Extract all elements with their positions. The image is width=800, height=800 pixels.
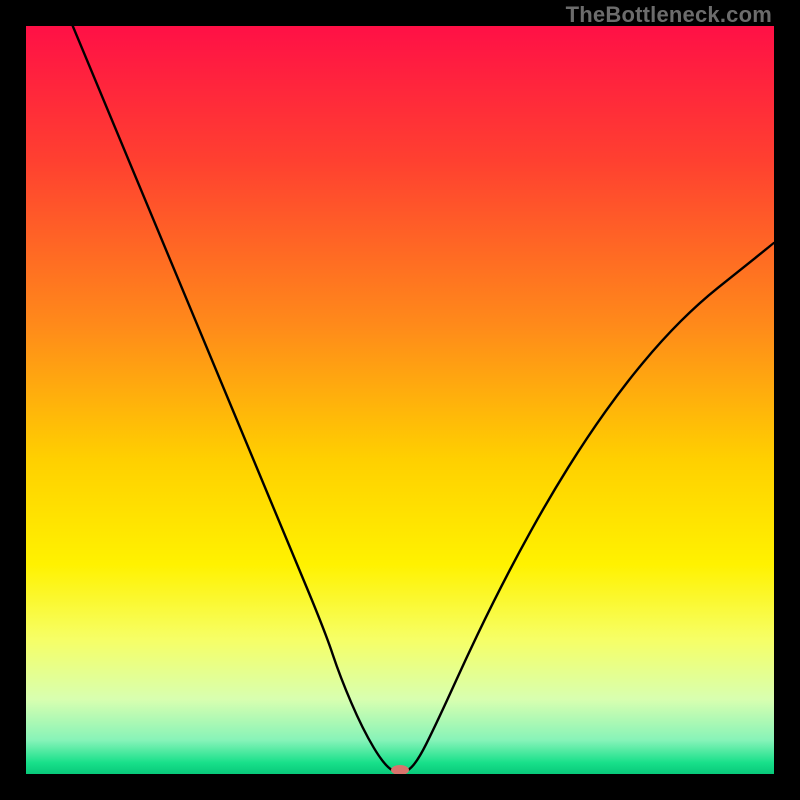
gradient-background [26,26,774,774]
chart-svg [26,26,774,774]
chart-frame: TheBottleneck.com [0,0,800,800]
watermark-text: TheBottleneck.com [566,2,772,28]
plot-area [26,26,774,774]
